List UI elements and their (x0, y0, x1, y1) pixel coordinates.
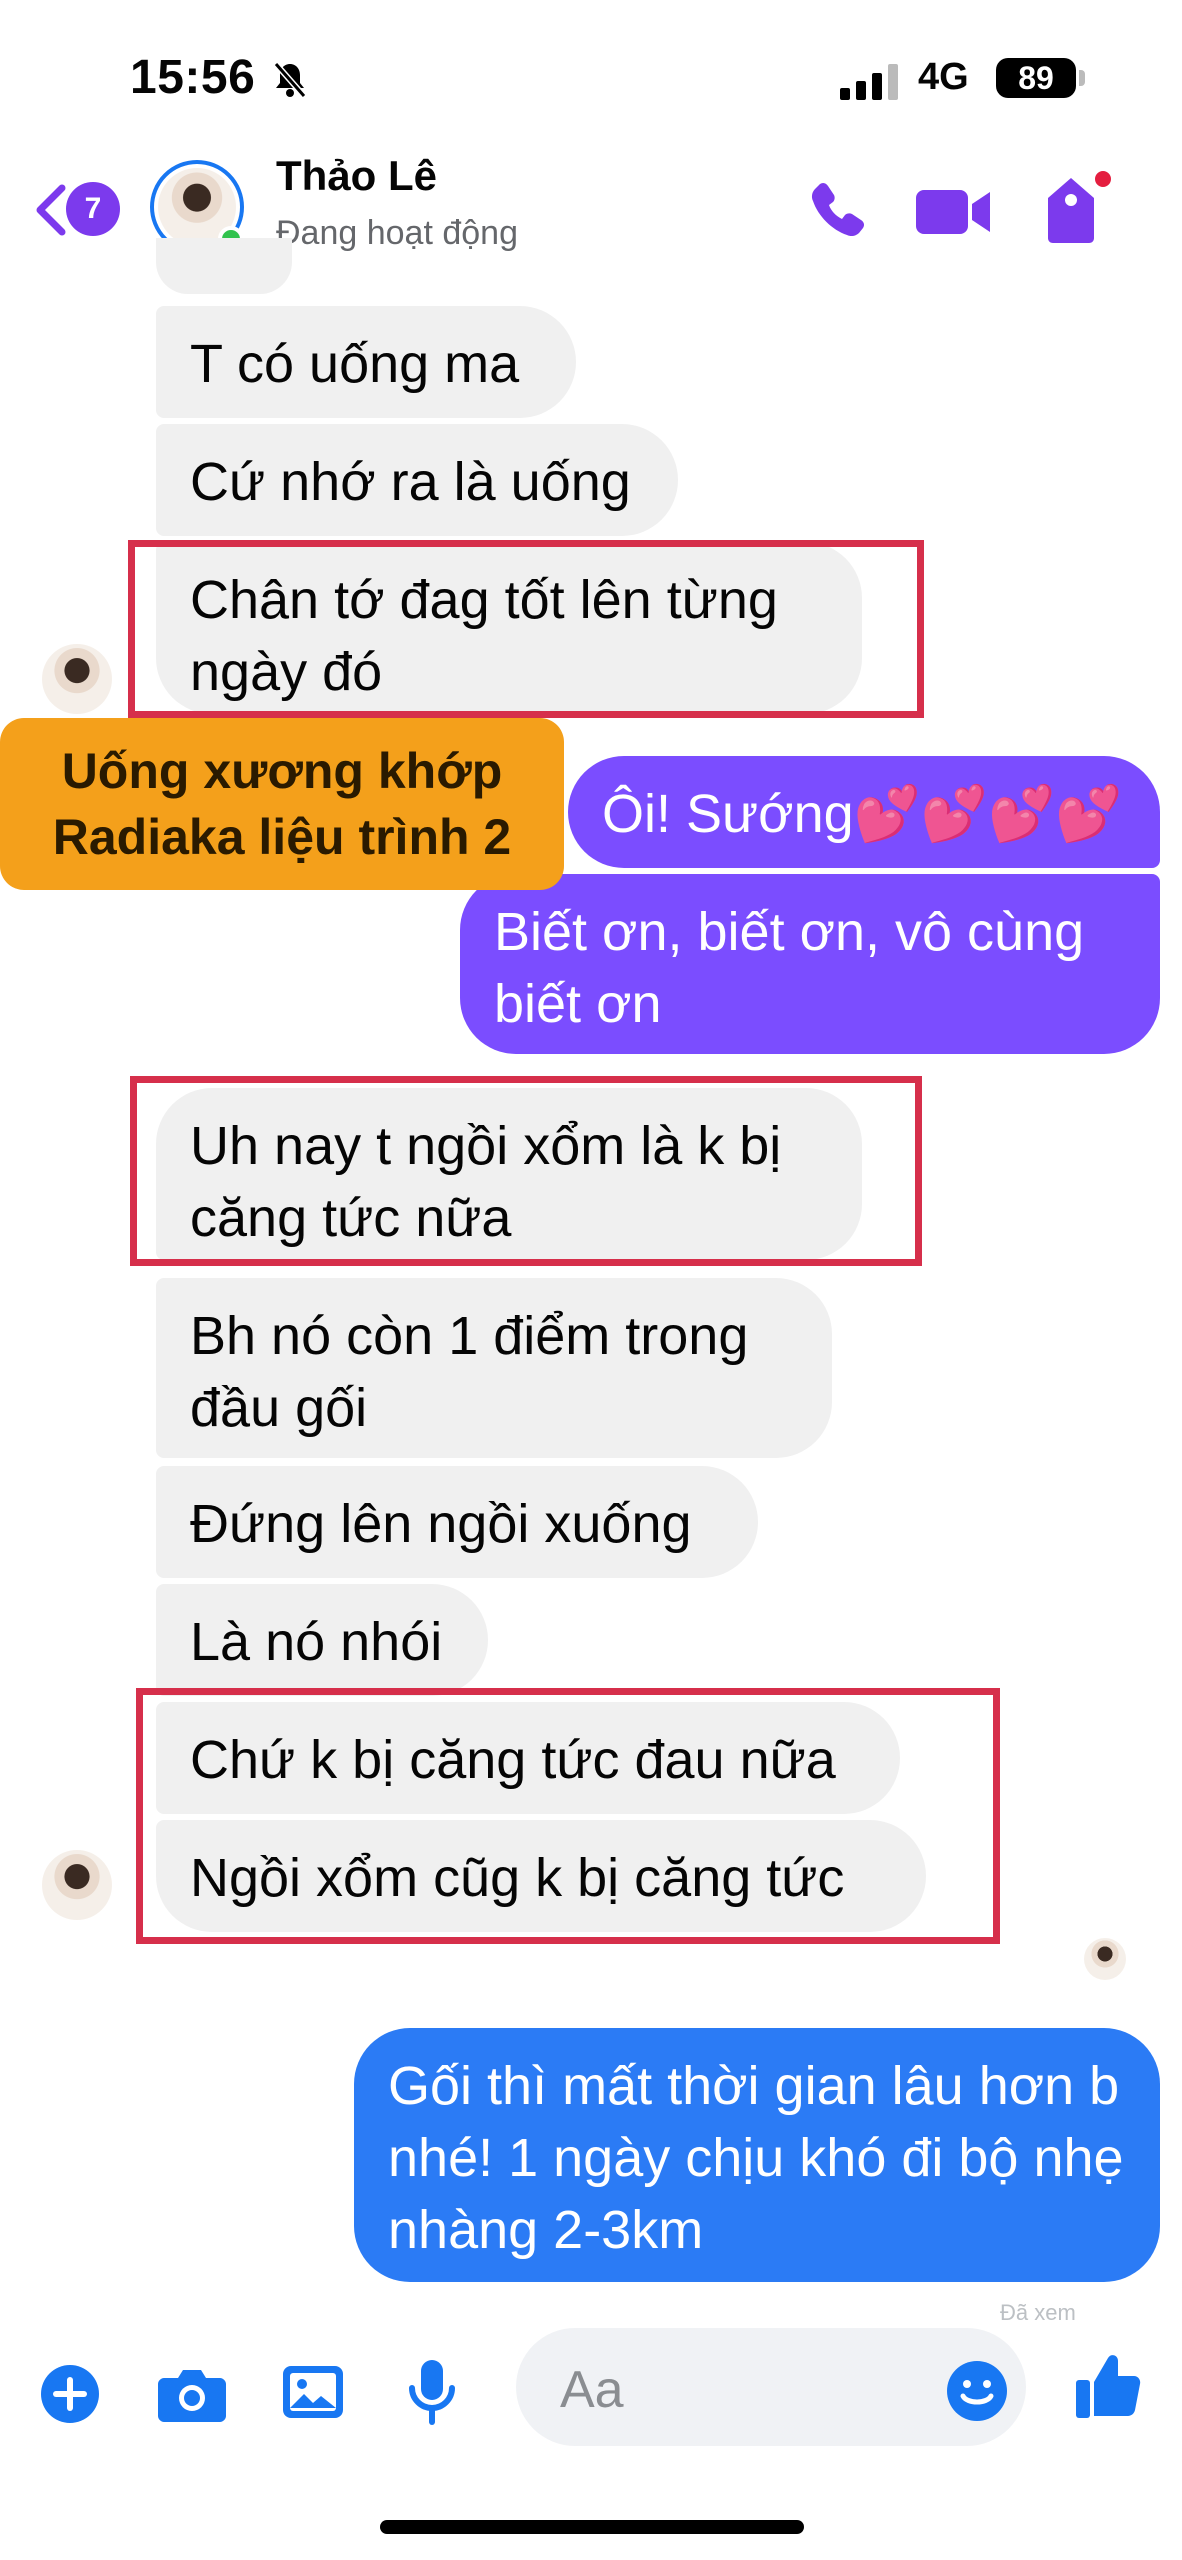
seen-status: Đã xem (1000, 2300, 1076, 2325)
battery-indicator: 89 (996, 58, 1076, 98)
contact-avatar-small (42, 644, 112, 714)
message-bubble-outgoing[interactable]: Ôi! Sướng💕💕💕💕 (568, 756, 1160, 868)
message-bubble[interactable]: Là nó nhói (156, 1584, 488, 1696)
highlight-box (128, 540, 924, 718)
read-receipt-avatar (1084, 1938, 1126, 1980)
unread-badge: 7 (66, 182, 120, 236)
phone-icon[interactable] (806, 178, 870, 247)
contact-avatar-small (42, 1850, 112, 1920)
contact-status: Đang hoạt động (276, 214, 518, 252)
like-icon[interactable] (1074, 2350, 1142, 2427)
home-indicator (380, 2520, 804, 2534)
overlay-label: Uống xương khớp Radiaka liệu trình 2 (0, 718, 564, 890)
emoji-icon[interactable] (946, 2360, 1008, 2427)
signal-icon (840, 64, 904, 105)
overlay-label-line: Radiaka liệu trình 2 (52, 809, 512, 865)
highlight-box (130, 1076, 922, 1266)
overlay-label-line: Uống xương khớp (61, 743, 503, 799)
video-icon[interactable] (914, 186, 994, 243)
message-bubble-outgoing[interactable]: Biết ơn, biết ơn, vô cùng biết ơn (460, 874, 1160, 1054)
message-bubble[interactable]: T có uống ma (156, 306, 576, 418)
mute-bell-icon (270, 60, 310, 105)
image-icon[interactable] (280, 2362, 346, 2427)
message-bubble[interactable]: Bh nó còn 1 điểm trong đầu gối (156, 1278, 832, 1458)
message-bubble[interactable]: Cứ nhớ ra là uống (156, 424, 678, 536)
message-input-placeholder: Aa (560, 2361, 624, 2419)
battery-tip (1079, 70, 1085, 86)
contact-name[interactable]: Thảo Lê (276, 152, 437, 200)
previous-bubble-fragment (156, 238, 292, 294)
plus-icon[interactable] (40, 2364, 100, 2429)
tag-icon[interactable] (1040, 174, 1102, 251)
status-time: 15:56 (130, 51, 256, 104)
message-bubble[interactable]: Đứng lên ngồi xuống (156, 1466, 758, 1578)
mic-icon[interactable] (404, 2358, 460, 2431)
message-bubble-outgoing[interactable]: Gối thì mất thời gian lâu hơn b nhé! 1 n… (354, 2028, 1160, 2282)
network-type: 4G (918, 56, 969, 98)
highlight-box (136, 1688, 1000, 1944)
notification-dot (1092, 168, 1114, 190)
camera-icon[interactable] (156, 2364, 228, 2429)
